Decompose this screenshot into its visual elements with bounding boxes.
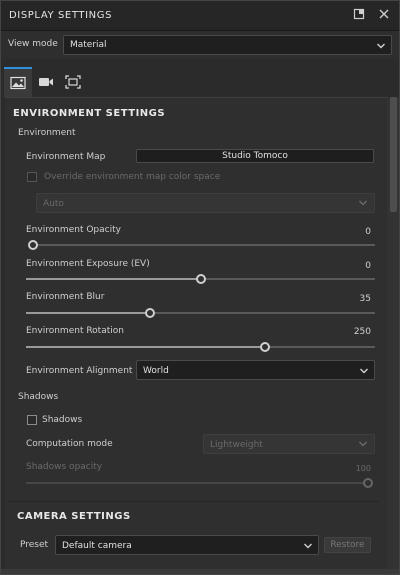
computation-mode-select[interactable]: Lightweight [203, 434, 375, 454]
preset-label: Preset [20, 540, 49, 550]
shadows-opacity-track[interactable] [26, 482, 370, 484]
environment-rotation-value: 250 [353, 327, 371, 337]
environment-opacity-label: Environment Opacity [26, 225, 121, 235]
settings-content [5, 97, 387, 574]
environment-blur-fill [26, 312, 150, 314]
environment-group-label: Environment [18, 128, 76, 138]
video-camera-icon [39, 78, 53, 86]
chevron-down-icon [304, 543, 312, 549]
restore-button-label: Restore [330, 540, 365, 550]
override-color-space-label: Override environment map color space [44, 172, 221, 182]
environment-exposure-thumb[interactable] [196, 274, 206, 284]
environment-exposure-fill [26, 278, 200, 280]
landscape-icon [10, 76, 26, 90]
color-space-value: Auto [43, 199, 64, 209]
environment-opacity-value: 0 [365, 227, 371, 237]
view-mode-select[interactable]: Material [63, 35, 392, 55]
environment-exposure-value: 0 [365, 261, 371, 271]
environment-map-label: Environment Map [26, 152, 106, 162]
preset-select[interactable]: Default camera [55, 535, 319, 555]
shadows-group-label: Shadows [18, 392, 59, 402]
preset-value: Default camera [62, 541, 132, 551]
scrollbar-thumb[interactable] [390, 97, 397, 212]
view-mode-value: Material [70, 40, 107, 50]
environment-alignment-select[interactable]: World [136, 360, 375, 380]
shadows-opacity-thumb[interactable] [363, 478, 373, 488]
computation-mode-value: Lightweight [210, 440, 263, 450]
maximize-icon[interactable] [352, 8, 366, 22]
shadows-opacity-label: Shadows opacity [26, 462, 103, 472]
environment-exposure-label: Environment Exposure (EV) [26, 259, 150, 269]
shadows-checkbox-label: Shadows [42, 415, 83, 425]
environment-opacity-track[interactable] [31, 244, 375, 246]
chevron-down-icon [359, 200, 367, 206]
camera-tab[interactable] [32, 67, 60, 97]
bottom-edge [1, 569, 399, 574]
environment-blur-thumb[interactable] [145, 308, 155, 318]
color-space-select[interactable]: Auto [36, 193, 375, 213]
settings-tabs [1, 67, 399, 97]
camera-settings-heading: CAMERA SETTINGS [17, 511, 131, 522]
display-settings-panel: DISPLAY SETTINGS View mode Material ENVI… [0, 0, 400, 575]
environment-tab[interactable] [4, 67, 32, 97]
view-mode-label: View mode [8, 39, 58, 49]
environment-map-value: Studio Tomoco [222, 151, 288, 161]
chevron-down-icon [359, 441, 367, 447]
panel-title: DISPLAY SETTINGS [9, 10, 113, 21]
chevron-down-icon [377, 43, 385, 49]
shadows-checkbox[interactable] [27, 415, 37, 425]
environment-opacity-thumb[interactable] [28, 240, 38, 250]
frame-icon [65, 75, 81, 89]
environment-settings-heading: ENVIRONMENT SETTINGS [13, 108, 166, 119]
chevron-down-icon [360, 368, 368, 374]
close-icon[interactable] [377, 8, 391, 22]
environment-rotation-fill [26, 346, 265, 348]
environment-blur-value: 35 [359, 294, 371, 304]
computation-mode-label: Computation mode [26, 439, 113, 449]
section-divider [9, 501, 379, 502]
restore-button[interactable]: Restore [324, 537, 371, 553]
view-mode-row: View mode Material [1, 31, 399, 59]
override-color-space-checkbox[interactable] [27, 172, 37, 182]
environment-blur-label: Environment Blur [26, 292, 105, 302]
panel-titlebar: DISPLAY SETTINGS [1, 1, 399, 31]
environment-rotation-label: Environment Rotation [26, 326, 124, 336]
environment-alignment-value: World [143, 366, 169, 376]
environment-alignment-label: Environment Alignment [26, 366, 133, 376]
frame-tab[interactable] [59, 67, 87, 97]
environment-rotation-thumb[interactable] [260, 342, 270, 352]
environment-map-field[interactable]: Studio Tomoco [136, 149, 374, 163]
shadows-opacity-value: 100 [355, 464, 371, 473]
